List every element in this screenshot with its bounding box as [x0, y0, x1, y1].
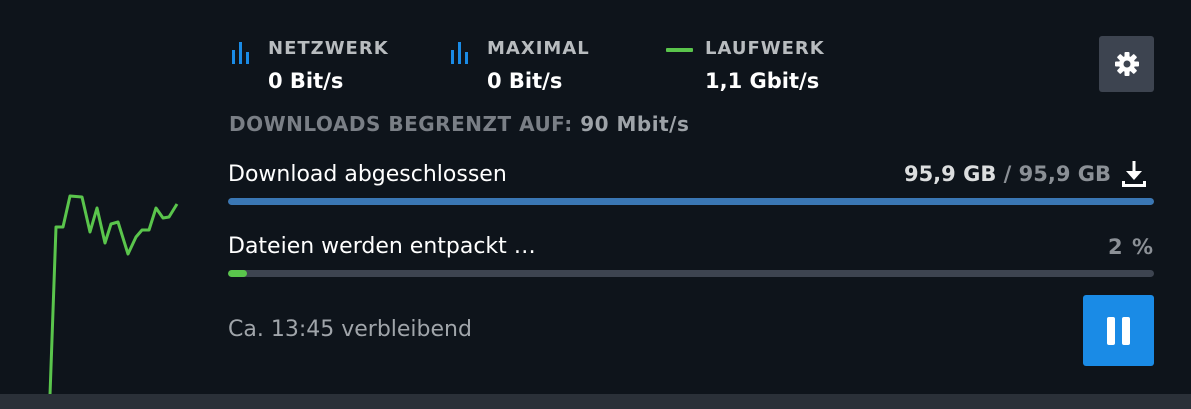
download-size-separator: / [1003, 162, 1012, 186]
pause-icon-right-bar [1122, 316, 1130, 345]
bar-chart-icon [451, 42, 468, 64]
download-status-title: Download abgeschlossen [228, 162, 507, 187]
bottom-panel-edge [0, 394, 1191, 409]
unpack-status-title: Dateien werden entpackt … [228, 234, 536, 259]
time-remaining: Ca. 13:45 verbleibend [228, 317, 472, 342]
bar-chart-icon [232, 42, 249, 64]
network-label: NETZWERK [268, 38, 389, 59]
gear-icon [1114, 52, 1139, 76]
network-value: 0 Bit/s [268, 69, 344, 93]
disk-label: LAUFWERK [705, 38, 825, 59]
unpack-percent: 2 % [1108, 235, 1154, 259]
download-limit: DOWNLOADS BEGRENZT AUF: 90 Mbit/s [229, 112, 689, 136]
pause-icon-left-bar [1107, 316, 1115, 345]
download-size: 95,9 GB / 95,9 GB [904, 162, 1111, 186]
download-limit-label: DOWNLOADS BEGRENZT AUF: [229, 112, 573, 136]
unpack-progress-fill [228, 270, 247, 277]
peak-value: 0 Bit/s [487, 69, 563, 93]
peak-label: MAXIMAL [487, 38, 590, 59]
download-limit-value: 90 Mbit/s [580, 112, 690, 136]
unpack-progress-bar [228, 270, 1154, 277]
download-size-total: 95,9 GB [1018, 162, 1111, 186]
green-line-icon [666, 48, 693, 52]
disk-usage-graph [48, 194, 179, 396]
download-progress-bar [228, 198, 1154, 205]
download-progress-fill [228, 198, 1154, 205]
disk-usage-line [48, 194, 179, 396]
settings-button[interactable] [1099, 36, 1154, 92]
pause-button[interactable] [1083, 295, 1154, 366]
download-size-done: 95,9 GB [903, 162, 997, 186]
disk-value: 1,1 Gbit/s [705, 69, 820, 93]
download-icon [1122, 161, 1146, 187]
